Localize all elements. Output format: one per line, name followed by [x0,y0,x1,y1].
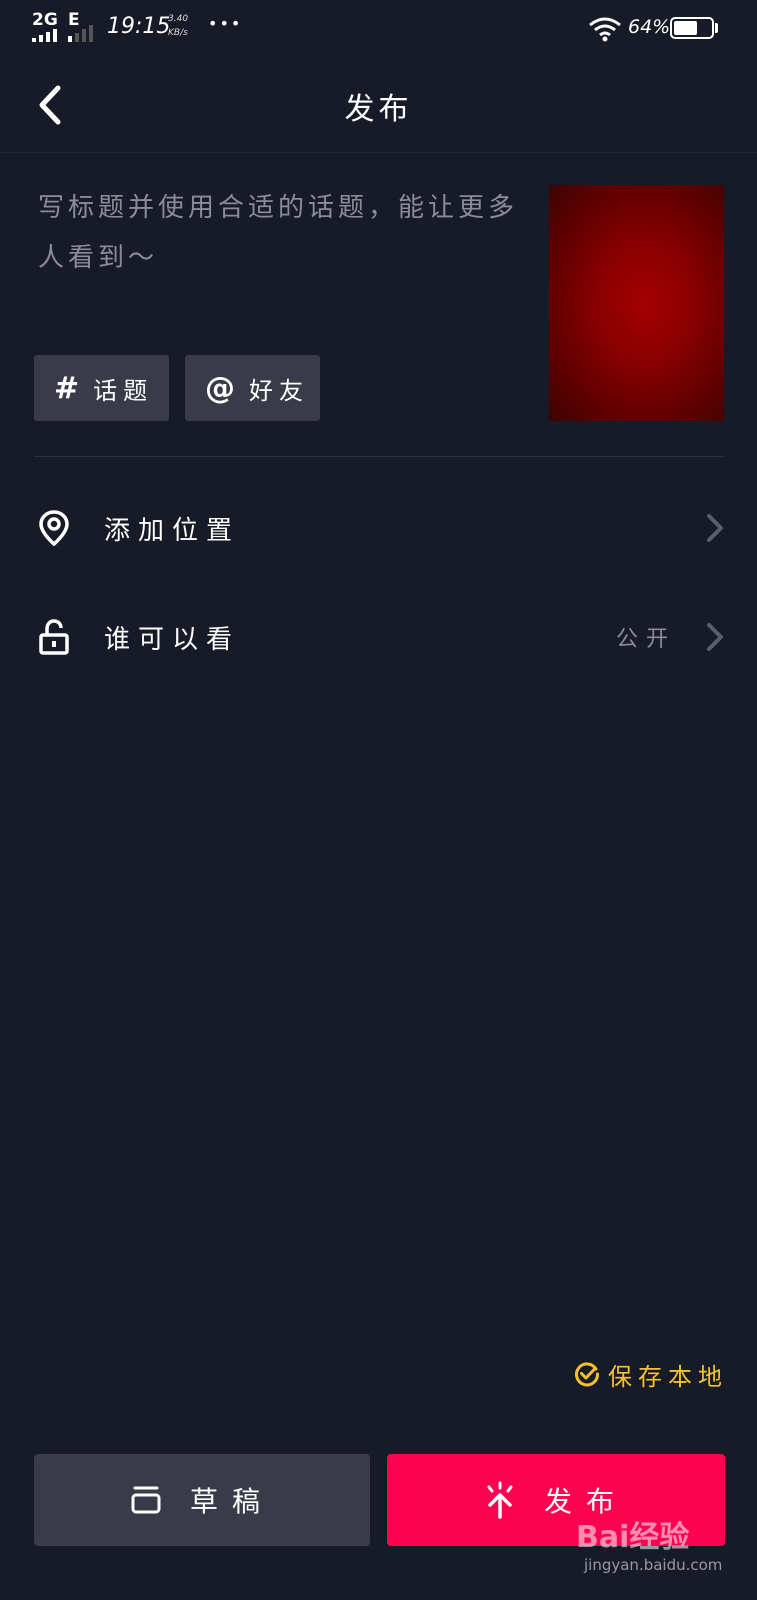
chevron-right-icon [707,514,723,542]
battery-icon [670,17,714,39]
draft-button[interactable]: 草稿 [34,1454,370,1546]
watermark-url: jingyan.baidu.com [584,1556,723,1574]
wifi-icon [589,17,621,42]
add-location-row[interactable]: 添加位置 [34,488,724,568]
more-notifications-icon: ••• [208,14,243,33]
status-time: 19:15 [107,14,171,39]
publish-upload-icon [487,1481,513,1519]
signal-strength-icon [32,29,57,42]
add-location-label: 添加位置 [104,515,241,546]
network-type-2g: 2G [32,10,58,30]
draft-button-label: 草稿 [189,1485,274,1518]
visibility-value: 公开 [615,627,676,652]
battery-fill [674,21,697,35]
section-divider [34,456,724,457]
page-title: 发布 [344,92,413,127]
friend-chip-label: 好友 [249,376,309,405]
location-pin-icon [39,510,69,546]
unlock-icon [39,619,69,655]
net-speed-unit: KB/s [168,28,188,38]
hashtag-icon: # [54,370,80,406]
caption-input[interactable]: 写标题并使用合适的话题，能让更多人看到～ [38,183,518,283]
save-local-toggle[interactable]: 保存本地 [574,1353,728,1395]
visibility-row[interactable]: 谁可以看 公开 [34,597,724,677]
save-local-label: 保存本地 [608,1362,728,1391]
net-speed-value: 3.40 [168,14,189,24]
draft-box-icon [131,1486,161,1514]
visibility-label: 谁可以看 [104,624,241,655]
check-circle-icon [575,1362,600,1387]
topic-chip-button[interactable]: # 话题 [34,355,169,421]
watermark-brand: Bai经验 [576,1520,690,1555]
baidu-jingyan-watermark: Bai经验 jingyan.baidu.com [576,1512,750,1592]
friend-chip-button[interactable]: @ 好友 [185,355,320,421]
video-cover-thumbnail[interactable] [549,185,724,421]
battery-tip [715,23,718,33]
topic-chip-label: 话题 [93,376,154,405]
at-sign-icon: @ [205,370,235,406]
status-bar: 2G E 19:15 3.40 KB/s ••• 64% [0,0,757,56]
chevron-right-icon-2 [707,623,723,651]
battery-percent: 64% [628,16,671,38]
signal-strength-icon-2 [68,25,93,42]
